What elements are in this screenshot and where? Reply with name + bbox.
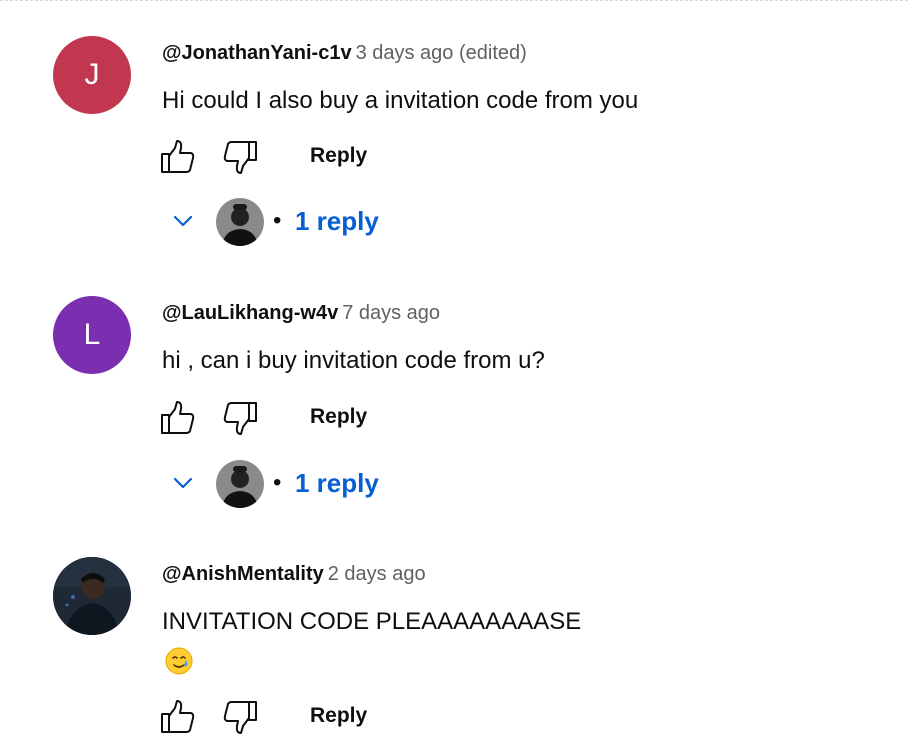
chevron-down-icon bbox=[173, 215, 193, 227]
thumbs-up-icon bbox=[161, 401, 195, 434]
dislike-button[interactable] bbox=[220, 137, 260, 177]
dislike-button[interactable] bbox=[220, 697, 260, 737]
replies-count[interactable]: 1 reply bbox=[295, 468, 379, 498]
thumbs-up-icon bbox=[161, 140, 195, 173]
reply-bullet: • bbox=[273, 469, 282, 496]
avatar[interactable] bbox=[53, 557, 131, 635]
comment-text: INVITATION CODE PLEAAAAAAAASE bbox=[162, 608, 582, 635]
replier-avatar bbox=[216, 460, 264, 508]
comment-header: @JonathanYani-c1v 3 days ago (edited) bbox=[162, 40, 527, 66]
thumbs-down-icon bbox=[223, 701, 257, 734]
dislike-button[interactable] bbox=[220, 398, 260, 438]
comment-header: @AnishMentality 2 days ago bbox=[162, 561, 426, 587]
author-handle[interactable]: @JonathanYani-c1v bbox=[162, 42, 352, 64]
comment-text: hi , can i buy invitation code from u? bbox=[162, 347, 545, 374]
avatar[interactable]: J bbox=[53, 36, 131, 114]
comment-actions: Reply bbox=[158, 137, 418, 177]
comment-thread: @AnishMentality 2 days ago INVITATION COD… bbox=[0, 557, 908, 744]
reply-bullet: • bbox=[273, 207, 282, 234]
reply-button[interactable]: Reply bbox=[310, 701, 367, 731]
comment-thread: J @JonathanYani-c1v 3 days ago (edited) H… bbox=[0, 36, 908, 256]
like-button[interactable] bbox=[158, 137, 198, 177]
replies-count[interactable]: 1 reply bbox=[295, 206, 379, 236]
top-divider bbox=[0, 0, 908, 1]
author-handle[interactable]: @AnishMentality bbox=[162, 563, 324, 585]
thumbs-down-icon bbox=[223, 402, 257, 435]
avatar[interactable]: L bbox=[53, 296, 131, 374]
comment-timestamp[interactable]: 2 days ago bbox=[328, 563, 426, 585]
reply-button[interactable]: Reply bbox=[310, 141, 367, 171]
comment-thread: L @LauLikhang-w4v 7 days ago hi , can i b… bbox=[0, 296, 908, 516]
thumbs-down-icon bbox=[223, 141, 257, 174]
comment-text: Hi could I also buy a invitation code fr… bbox=[162, 87, 639, 114]
comment-actions: Reply bbox=[158, 697, 418, 737]
reply-button[interactable]: Reply bbox=[310, 402, 367, 432]
author-handle[interactable]: @LauLikhang-w4v bbox=[162, 302, 338, 324]
chevron-down-icon bbox=[173, 477, 193, 489]
like-button[interactable] bbox=[158, 697, 198, 737]
replier-avatar bbox=[216, 198, 264, 246]
thumbs-up-icon bbox=[161, 700, 195, 733]
view-replies-toggle[interactable]: • 1 reply bbox=[170, 458, 430, 508]
view-replies-toggle[interactable]: • 1 reply bbox=[170, 196, 430, 246]
comment-header: @LauLikhang-w4v 7 days ago bbox=[162, 300, 440, 326]
comment-timestamp[interactable]: 7 days ago bbox=[342, 302, 440, 324]
smiling-face-with-tear-icon bbox=[165, 647, 193, 675]
comment-timestamp[interactable]: 3 days ago (edited) bbox=[356, 42, 527, 64]
comment-actions: Reply bbox=[158, 398, 418, 438]
like-button[interactable] bbox=[158, 398, 198, 438]
